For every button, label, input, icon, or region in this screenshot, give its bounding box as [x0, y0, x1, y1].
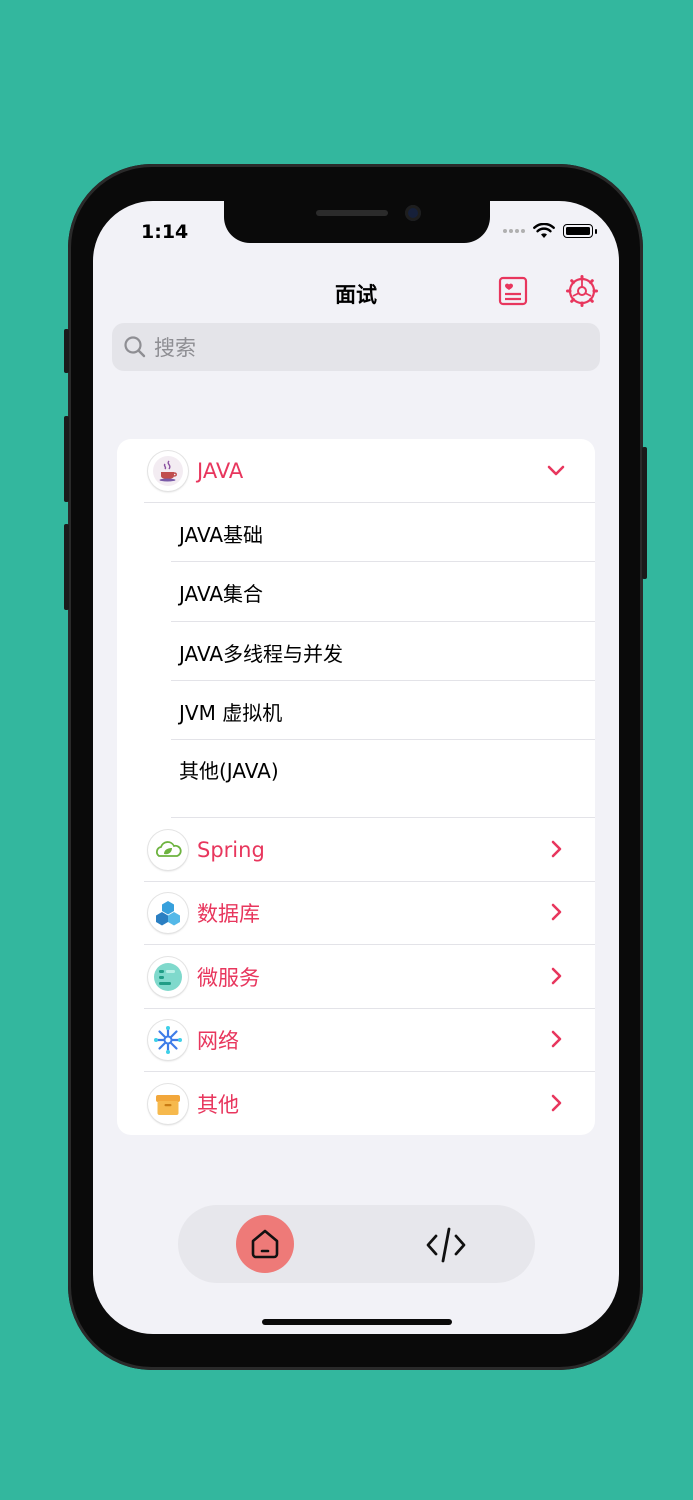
camera	[405, 205, 421, 221]
chevron-right-icon	[551, 840, 562, 858]
mute-switch	[64, 329, 69, 373]
category-label: 微服务	[197, 965, 260, 990]
divider	[144, 502, 595, 503]
category-other[interactable]: 其他	[117, 1072, 595, 1135]
speaker	[316, 210, 388, 216]
subitem-java-other[interactable]: 其他(JAVA)	[179, 755, 279, 784]
java-icon	[148, 451, 188, 491]
signal-dots-icon	[503, 229, 525, 233]
chevron-right-icon	[551, 903, 562, 921]
category-label: Spring	[197, 837, 265, 862]
category-spring[interactable]: Spring	[117, 818, 595, 881]
microservice-icon	[148, 957, 188, 997]
category-label: JAVA	[197, 458, 244, 483]
subitem-java-concurrency[interactable]: JAVA多线程与并发	[179, 638, 343, 667]
home-icon	[251, 1229, 279, 1259]
volume-down-button	[64, 524, 69, 610]
favorites-card-icon[interactable]	[496, 274, 530, 308]
code-icon[interactable]	[424, 1223, 468, 1267]
wifi-icon	[533, 223, 555, 238]
app-screen: 1:14 面试 搜索 JAVA JAVA基础 JAVA集合 JAVA多线程与并发…	[93, 201, 619, 1334]
page-title: 面试	[335, 283, 377, 307]
category-label: 网络	[197, 1028, 239, 1053]
tab-home[interactable]	[236, 1215, 294, 1273]
chevron-right-icon	[551, 967, 562, 985]
database-icon	[148, 893, 188, 933]
category-database[interactable]: 数据库	[117, 881, 595, 944]
category-label: 其他	[197, 1092, 239, 1117]
category-microservice[interactable]: 微服务	[117, 945, 595, 1008]
battery-icon	[563, 224, 593, 238]
category-label: 数据库	[197, 901, 260, 926]
divider	[171, 680, 595, 681]
chevron-right-icon	[551, 1030, 562, 1048]
status-icons	[503, 223, 597, 239]
search-icon	[124, 336, 146, 358]
power-button	[642, 447, 647, 579]
spring-icon	[148, 830, 188, 870]
network-icon	[148, 1020, 188, 1060]
divider	[171, 739, 595, 740]
tab-bar	[178, 1205, 535, 1283]
subitem-java-collections[interactable]: JAVA集合	[179, 578, 263, 607]
search-input[interactable]: 搜索	[154, 332, 196, 362]
category-java[interactable]: JAVA	[117, 439, 595, 502]
subitem-jvm[interactable]: JVM 虚拟机	[179, 697, 282, 726]
volume-up-button	[64, 416, 69, 502]
chevron-down-icon	[547, 465, 565, 476]
category-list: JAVA JAVA基础 JAVA集合 JAVA多线程与并发 JVM 虚拟机 其他…	[117, 439, 595, 1135]
category-network[interactable]: 网络	[117, 1008, 595, 1071]
status-time: 1:14	[141, 221, 189, 243]
phone-frame: 1:14 面试 搜索 JAVA JAVA基础 JAVA集合 JAVA多线程与并发…	[64, 164, 647, 1370]
search-bar[interactable]: 搜索	[112, 323, 600, 371]
subitem-java-basics[interactable]: JAVA基础	[179, 519, 263, 548]
chevron-right-icon	[551, 1094, 562, 1112]
home-indicator	[262, 1319, 452, 1325]
battery-tip	[595, 228, 597, 234]
settings-gear-icon[interactable]	[565, 274, 599, 308]
divider	[171, 561, 595, 562]
notch	[224, 201, 490, 243]
box-icon	[148, 1084, 188, 1124]
divider	[171, 621, 595, 622]
